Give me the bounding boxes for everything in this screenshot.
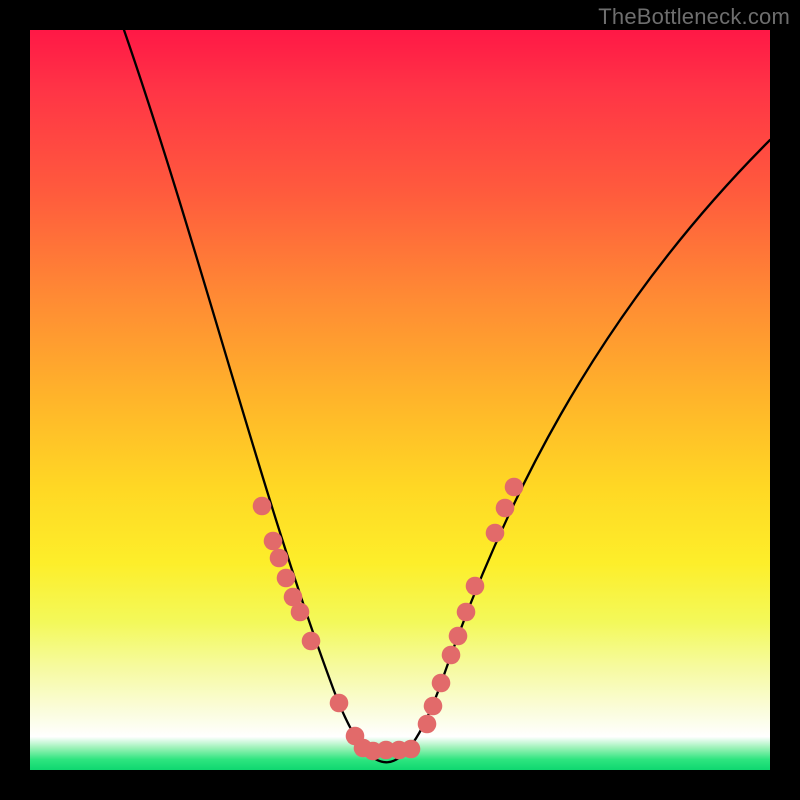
data-marker bbox=[496, 499, 515, 518]
data-marker bbox=[432, 674, 451, 693]
data-marker bbox=[402, 740, 421, 759]
data-marker bbox=[253, 497, 272, 516]
marker-layer bbox=[253, 478, 524, 761]
data-marker bbox=[486, 524, 505, 543]
data-marker bbox=[442, 646, 461, 665]
data-marker bbox=[457, 603, 476, 622]
plot-area bbox=[30, 30, 770, 770]
watermark-text: TheBottleneck.com bbox=[598, 4, 790, 30]
data-marker bbox=[505, 478, 524, 497]
data-marker bbox=[291, 603, 310, 622]
data-marker bbox=[277, 569, 296, 588]
data-marker bbox=[424, 697, 443, 716]
data-marker bbox=[466, 577, 485, 596]
data-marker bbox=[264, 532, 283, 551]
chart-svg bbox=[30, 30, 770, 770]
data-marker bbox=[330, 694, 349, 713]
data-marker bbox=[449, 627, 468, 646]
data-marker bbox=[302, 632, 321, 651]
data-marker bbox=[270, 549, 289, 568]
data-marker bbox=[418, 715, 437, 734]
chart-stage: TheBottleneck.com bbox=[0, 0, 800, 800]
